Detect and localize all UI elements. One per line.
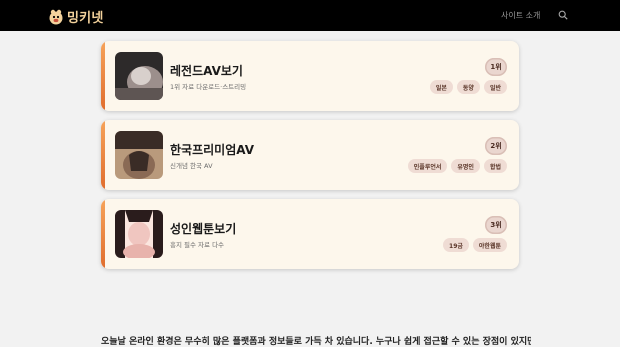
tag[interactable]: 유명인 — [451, 159, 480, 173]
intro-paragraph: 오늘날 온라인 환경은 무수히 많은 플랫폼과 정보들로 가득 차 있습니다. … — [101, 337, 531, 347]
logo-icon — [49, 9, 63, 24]
rank-badge: 1위 — [485, 58, 507, 76]
card-title: 한국프리미엄AV — [170, 143, 255, 157]
card-accent-bar — [101, 41, 105, 111]
card-title: 성인웹툰보기 — [170, 222, 237, 236]
card-thumbnail — [115, 52, 163, 100]
card-accent-bar — [101, 120, 105, 190]
tag[interactable]: 합법 — [483, 159, 507, 173]
tag[interactable]: 동양 — [456, 80, 480, 94]
tag[interactable]: 일본 — [429, 80, 453, 94]
card-title: 레전드AV보기 — [170, 64, 243, 78]
rank-badge: 2위 — [485, 137, 507, 155]
tag-list: 일본 동양 일반 — [429, 80, 507, 94]
card-accent-bar — [101, 199, 105, 269]
site-intro-link[interactable]: 사이트 소개 — [501, 10, 540, 21]
ranking-card[interactable]: 성인웹툰보기 흥지 필수 자료 다수 3위 19금 야한웹툰 — [101, 199, 519, 269]
tag[interactable]: 일반 — [483, 80, 507, 94]
search-icon[interactable] — [558, 10, 568, 20]
rank-badge: 3위 — [485, 216, 507, 234]
tag[interactable]: 19금 — [443, 238, 469, 252]
logo-text: 밍키넷 — [67, 11, 104, 26]
tag-list: 인플루언서 유명인 합법 — [407, 159, 507, 173]
card-description: 1위 자료 다운로드·스트리밍 — [170, 83, 247, 91]
ranking-card[interactable]: 한국프리미엄AV 신개념 한국 AV 2위 인플루언서 유명인 합법 — [101, 120, 519, 190]
tag-list: 19금 야한웹툰 — [443, 238, 507, 252]
card-thumbnail — [115, 131, 163, 179]
card-description: 흥지 필수 자료 다수 — [170, 241, 225, 249]
card-description: 신개념 한국 AV — [170, 162, 213, 170]
ranking-card[interactable]: 레전드AV보기 1위 자료 다운로드·스트리밍 1위 일본 동양 일반 — [101, 41, 519, 111]
tag[interactable]: 인플루언서 — [407, 159, 448, 173]
tag[interactable]: 야한웹툰 — [472, 238, 507, 252]
site-logo[interactable]: 밍키넷 — [48, 7, 103, 26]
card-thumbnail — [115, 210, 163, 258]
top-navigation-bar: 밍키넷 사이트 소개 — [0, 0, 620, 31]
